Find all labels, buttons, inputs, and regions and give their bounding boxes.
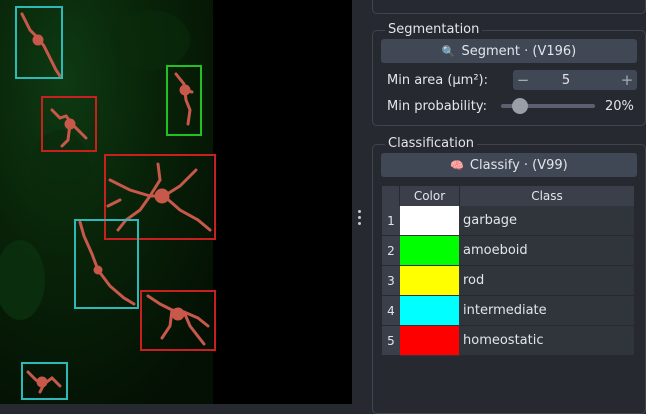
slider-handle[interactable] [511,98,528,114]
segmentation-group: Segmentation 🔍 Segment · (V196) Min area… [372,22,646,126]
roi-box[interactable] [166,65,202,136]
color-swatch[interactable] [400,206,459,235]
roi-box[interactable] [15,6,63,79]
color-swatch[interactable] [400,326,459,355]
row-divider [460,265,634,266]
search-icon: 🔍 [441,44,456,58]
color-swatch[interactable] [400,266,459,295]
dock-splitter-handle[interactable] [352,0,370,404]
roi-box[interactable] [140,290,216,351]
splitter-dot [358,210,361,213]
row-number[interactable]: 5 [382,326,400,356]
splitter-dot [358,222,361,225]
classify-button-label: Classify · (V99) [469,157,568,173]
color-swatch[interactable] [400,296,459,325]
classify-button[interactable]: 🧠 Classify · (V99) [381,153,637,177]
previous-group-box [372,0,646,14]
class-table: Color Class 1 garbage 2 amoeboid 3 rod 4 interm… [382,186,634,356]
row-number[interactable]: 3 [382,266,400,296]
min-area-spinbox[interactable]: − 5 + [513,70,637,90]
minus-icon[interactable]: − [513,71,533,89]
segment-button-label: Segment · (V196) [461,43,577,59]
plus-icon[interactable]: + [617,71,637,89]
splitter-dot [358,216,361,219]
row-divider [460,355,634,356]
class-label[interactable]: intermediate [463,296,547,326]
class-label[interactable]: amoeboid [463,236,528,266]
color-column-header[interactable]: Color [400,186,460,206]
class-column-header[interactable]: Class [460,186,634,206]
class-label[interactable]: homeostatic [463,326,544,356]
class-label[interactable]: rod [463,266,484,296]
min-area-label: Min area (µm²): [387,73,488,88]
segment-button[interactable]: 🔍 Segment · (V196) [381,39,637,63]
plugin-dock-panel: Segmentation 🔍 Segment · (V196) Min area… [370,0,646,414]
roi-box[interactable] [74,219,139,309]
min-area-value[interactable]: 5 [533,73,617,88]
row-number[interactable]: 4 [382,296,400,326]
image-viewer-canvas[interactable] [0,0,352,404]
color-swatch[interactable] [400,236,459,265]
brain-icon: 🧠 [450,158,464,172]
classification-title: Classification [385,136,478,152]
min-probability-value: 20% [605,99,634,114]
class-label[interactable]: garbage [463,206,517,236]
roi-box[interactable] [21,362,68,400]
min-probability-label: Min probability: [387,99,487,114]
roi-box[interactable] [41,96,97,152]
row-number[interactable]: 1 [382,206,400,236]
table-corner [382,186,400,206]
row-number[interactable]: 2 [382,236,400,266]
segmentation-title: Segmentation [385,22,483,38]
